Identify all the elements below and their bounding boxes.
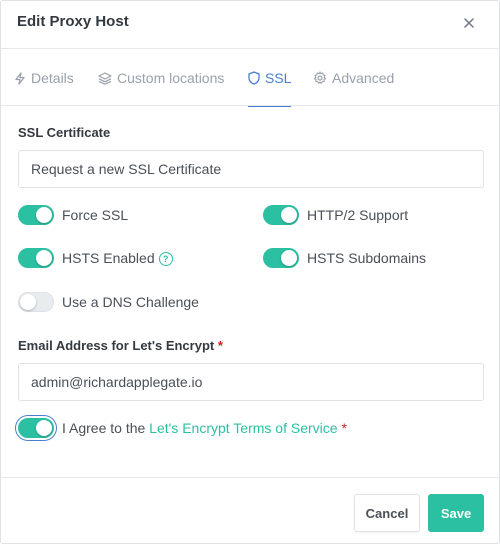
agree-terms-label: I Agree to the Let's Encrypt Terms of Se…	[62, 420, 347, 436]
tab-custom-locations-label: Custom locations	[117, 70, 225, 86]
modal-header: Edit Proxy Host	[1, 1, 499, 49]
save-button[interactable]: Save	[428, 494, 484, 532]
agree-terms-switch[interactable]	[18, 418, 54, 438]
hsts-subdomains-toggle[interactable]: HSTS Subdomains	[263, 248, 426, 268]
layers-icon	[98, 71, 112, 85]
email-label: Email Address for Let's Encrypt *	[18, 338, 223, 353]
dns-challenge-switch[interactable]	[18, 292, 54, 312]
force-ssl-toggle[interactable]: Force SSL	[18, 205, 128, 225]
tab-ssl-label: SSL	[265, 70, 292, 86]
cancel-button[interactable]: Cancel	[354, 494, 420, 532]
hsts-enabled-toggle[interactable]: HSTS Enabled?	[18, 248, 173, 268]
agree-terms-toggle[interactable]: I Agree to the Let's Encrypt Terms of Se…	[18, 418, 347, 438]
dns-challenge-label: Use a DNS Challenge	[62, 294, 199, 310]
required-mark: *	[217, 338, 223, 353]
edit-proxy-host-modal: Edit Proxy Host Details Custom locations…	[0, 0, 500, 544]
dns-challenge-toggle[interactable]: Use a DNS Challenge	[18, 292, 199, 312]
ssl-certificate-label: SSL Certificate	[18, 125, 111, 140]
email-input[interactable]: admin@richardapplegate.io	[18, 363, 484, 401]
modal-title: Edit Proxy Host	[17, 13, 129, 30]
agree-prefix: I Agree to the	[62, 420, 150, 436]
tab-details[interactable]: Details	[14, 50, 74, 106]
gear-icon	[313, 71, 327, 85]
shield-icon	[248, 71, 260, 85]
hsts-subdomains-label: HSTS Subdomains	[307, 250, 427, 266]
hsts-enabled-label: HSTS Enabled?	[62, 250, 173, 266]
ssl-certificate-select[interactable]: Request a new SSL Certificate	[18, 150, 484, 188]
email-label-text: Email Address for Let's Encrypt	[18, 338, 215, 353]
http2-support-label: HTTP/2 Support	[307, 207, 409, 223]
help-icon[interactable]: ?	[158, 252, 173, 266]
tab-details-label: Details	[31, 70, 74, 86]
force-ssl-label: Force SSL	[62, 207, 129, 223]
tab-ssl[interactable]: SSL	[248, 50, 292, 107]
footer-divider	[1, 477, 499, 478]
force-ssl-switch[interactable]	[18, 205, 54, 225]
tab-bar: Details Custom locations SSL Advanced	[1, 50, 499, 107]
http2-support-switch[interactable]	[263, 205, 299, 225]
tab-advanced-label: Advanced	[332, 70, 395, 86]
hsts-enabled-text: HSTS Enabled	[62, 250, 155, 266]
tab-advanced[interactable]: Advanced	[313, 50, 394, 106]
lightning-icon	[14, 71, 26, 85]
tab-custom-locations[interactable]: Custom locations	[98, 50, 224, 106]
agree-required-mark: *	[341, 420, 347, 436]
close-icon[interactable]	[459, 13, 479, 33]
http2-support-toggle[interactable]: HTTP/2 Support	[263, 205, 408, 225]
hsts-subdomains-switch[interactable]	[263, 248, 299, 268]
hsts-enabled-switch[interactable]	[18, 248, 54, 268]
terms-link[interactable]: Let's Encrypt Terms of Service	[149, 420, 337, 436]
